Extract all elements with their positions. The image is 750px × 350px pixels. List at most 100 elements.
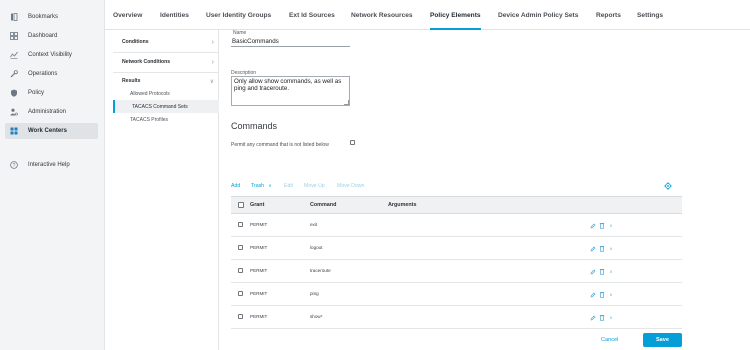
table-row[interactable]: PERMIT exit ∨ <box>231 214 682 237</box>
tab-settings[interactable]: Settings <box>637 0 663 30</box>
command-cell[interactable]: show* <box>310 306 323 328</box>
top-nav: Overview Identities User Identity Groups… <box>105 0 750 30</box>
subnav-conditions-label: Conditions <box>122 39 149 45</box>
work-centers-icon <box>8 127 20 135</box>
edit-pencil-icon[interactable] <box>590 222 596 230</box>
table-row[interactable]: PERMIT show* ∨ <box>231 306 682 329</box>
dashboard-icon <box>8 32 20 40</box>
tab-identities[interactable]: Identities <box>160 0 189 30</box>
name-input[interactable] <box>231 36 350 47</box>
table-row[interactable]: PERMIT logout ∨ <box>231 237 682 260</box>
tab-user-identity-groups[interactable]: User Identity Groups <box>206 0 271 30</box>
edit-pencil-icon[interactable] <box>590 291 596 299</box>
command-cell[interactable]: logout <box>310 237 323 259</box>
resize-grip-icon[interactable] <box>344 100 349 105</box>
bookmark-icon <box>8 13 20 21</box>
command-cell[interactable]: exit <box>310 214 317 236</box>
move-down-button[interactable]: Move Down <box>337 183 364 189</box>
row-checkbox[interactable] <box>238 314 243 319</box>
nav-item-label: Context Visibility <box>28 52 72 58</box>
trash-icon[interactable] <box>599 314 605 322</box>
tab-overview[interactable]: Overview <box>113 0 142 30</box>
command-cell[interactable]: ping <box>310 283 319 305</box>
column-header-arguments[interactable]: Arguments <box>388 197 416 214</box>
nav-item-label: Interactive Help <box>28 162 70 168</box>
trash-icon[interactable] <box>599 268 605 276</box>
tab-policy-elements[interactable]: Policy Elements <box>430 0 481 30</box>
gear-icon[interactable] <box>664 182 672 190</box>
trash-icon[interactable] <box>599 245 605 253</box>
chevron-right-icon: › <box>211 38 214 46</box>
subnav-conditions[interactable]: Conditions › <box>113 32 219 52</box>
move-up-button[interactable]: Move Up <box>304 183 325 189</box>
trash-button-label: Trash <box>251 183 265 189</box>
row-checkbox[interactable] <box>238 291 243 296</box>
select-all-checkbox[interactable] <box>238 202 244 208</box>
edit-pencil-icon[interactable] <box>590 245 596 253</box>
table-row[interactable]: PERMIT traceroute ∨ <box>231 260 682 283</box>
nav-item-label: Operations <box>28 71 58 77</box>
chevron-down-icon[interactable]: ∨ <box>608 314 614 322</box>
permit-unlisted-label: Permit any command that is not listed be… <box>231 142 329 148</box>
nav-item-context-visibility[interactable]: Context Visibility <box>5 47 98 63</box>
chevron-down-icon[interactable]: ∨ <box>608 291 614 299</box>
tab-device-admin-policy-sets[interactable]: Device Admin Policy Sets <box>498 0 578 30</box>
nav-item-dashboard[interactable]: Dashboard <box>5 28 98 44</box>
nav-item-label: Bookmarks <box>28 14 59 20</box>
trash-button[interactable]: Trash ∨ <box>251 183 272 189</box>
context-visibility-icon <box>8 51 20 59</box>
row-checkbox[interactable] <box>238 268 243 273</box>
nav-item-label: Administration <box>28 109 67 115</box>
nav-item-work-centers[interactable]: Work Centers <box>5 123 98 139</box>
permit-unlisted-checkbox[interactable] <box>350 140 355 145</box>
subnav-network-conditions[interactable]: Network Conditions › <box>113 52 219 72</box>
command-cell[interactable]: traceroute <box>310 260 331 282</box>
edit-pencil-icon[interactable] <box>590 314 596 322</box>
column-header-command[interactable]: Command <box>310 197 336 214</box>
nav-item-administration[interactable]: Administration <box>5 104 98 120</box>
table-header: Grant Command Arguments <box>231 196 682 214</box>
row-checkbox[interactable] <box>238 245 243 250</box>
chevron-down-icon[interactable]: ∨ <box>608 268 614 276</box>
row-actions: ∨ <box>590 244 620 253</box>
tab-network-resources[interactable]: Network Resources <box>351 0 413 30</box>
edit-pencil-icon[interactable] <box>590 268 596 276</box>
add-button[interactable]: Add <box>231 183 240 189</box>
subnav-results-label: Results <box>122 78 141 84</box>
grant-cell[interactable]: PERMIT <box>250 306 267 328</box>
nav-item-bookmarks[interactable]: Bookmarks <box>5 9 98 25</box>
subnav-item-tacacs-command-sets[interactable]: TACACS Command Sets <box>113 100 219 113</box>
commands-section-title: Commands <box>231 121 278 131</box>
chevron-down-icon: ∨ <box>209 78 214 85</box>
help-icon: ? <box>8 161 20 169</box>
description-textarea[interactable]: Only allow show commands, as well as pin… <box>231 76 350 106</box>
policy-elements-subnav: Conditions › Network Conditions › Result… <box>113 30 219 350</box>
tab-reports[interactable]: Reports <box>596 0 621 30</box>
operations-icon <box>8 70 20 78</box>
row-actions: ∨ <box>590 290 620 299</box>
chevron-down-icon: ∨ <box>268 183 272 188</box>
cancel-button[interactable]: Cancel <box>601 337 618 343</box>
chevron-down-icon[interactable]: ∨ <box>608 245 614 253</box>
trash-icon[interactable] <box>599 222 605 230</box>
subnav-item-allowed-protocols[interactable]: Allowed Protocols <box>113 87 219 100</box>
tab-ext-id-sources[interactable]: Ext Id Sources <box>289 0 335 30</box>
nav-item-operations[interactable]: Operations <box>5 66 98 82</box>
table-row[interactable]: PERMIT ping ∨ <box>231 283 682 306</box>
chevron-down-icon[interactable]: ∨ <box>608 222 614 230</box>
grant-cell[interactable]: PERMIT <box>250 214 267 236</box>
administration-icon <box>8 108 20 116</box>
grant-cell[interactable]: PERMIT <box>250 260 267 282</box>
edit-button[interactable]: Edit <box>284 183 293 189</box>
grant-cell[interactable]: PERMIT <box>250 237 267 259</box>
row-checkbox[interactable] <box>238 222 243 227</box>
nav-item-label: Policy <box>28 90 45 96</box>
subnav-item-tacacs-profiles[interactable]: TACACS Profiles <box>113 113 219 126</box>
trash-icon[interactable] <box>599 291 605 299</box>
svg-text:?: ? <box>13 163 16 169</box>
grant-cell[interactable]: PERMIT <box>250 283 267 305</box>
save-button[interactable]: Save <box>643 333 682 347</box>
column-header-grant[interactable]: Grant <box>250 197 264 214</box>
nav-item-interactive-help[interactable]: ? Interactive Help <box>5 157 98 173</box>
nav-item-policy[interactable]: Policy <box>5 85 98 101</box>
